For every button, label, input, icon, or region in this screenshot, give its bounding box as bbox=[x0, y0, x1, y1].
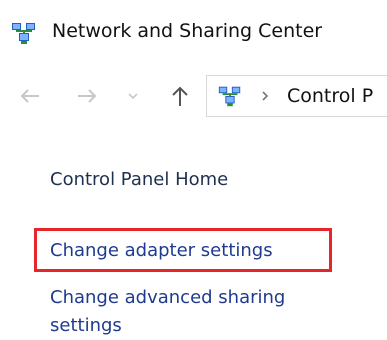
control-panel-home-link[interactable]: Control Panel Home bbox=[50, 166, 228, 194]
window-titlebar: Network and Sharing Center bbox=[0, 0, 387, 64]
arrow-up-icon bbox=[172, 86, 188, 106]
back-button[interactable] bbox=[18, 82, 42, 110]
chevron-right-icon[interactable] bbox=[259, 85, 271, 107]
recent-locations-button[interactable] bbox=[124, 82, 142, 110]
address-bar[interactable]: Control P bbox=[206, 75, 387, 117]
arrow-left-icon bbox=[20, 89, 39, 103]
arrow-right-icon bbox=[78, 89, 97, 103]
forward-button[interactable] bbox=[75, 82, 99, 110]
sidebar: Control Panel Home Change adapter settin… bbox=[0, 150, 387, 338]
link-text-line: Change advanced sharing bbox=[50, 287, 286, 308]
network-icon bbox=[217, 84, 243, 108]
chevron-down-icon bbox=[128, 93, 138, 100]
breadcrumb-control-panel[interactable]: Control P bbox=[287, 83, 373, 109]
window-title: Network and Sharing Center bbox=[52, 20, 323, 42]
change-advanced-sharing-settings-link[interactable]: Change advanced sharing settings bbox=[50, 284, 285, 340]
network-icon bbox=[10, 21, 38, 45]
up-button[interactable] bbox=[168, 82, 192, 110]
change-adapter-settings-link[interactable]: Change adapter settings bbox=[50, 237, 273, 265]
navigation-bar: Control P bbox=[0, 72, 387, 120]
link-text-line: settings bbox=[50, 315, 122, 336]
